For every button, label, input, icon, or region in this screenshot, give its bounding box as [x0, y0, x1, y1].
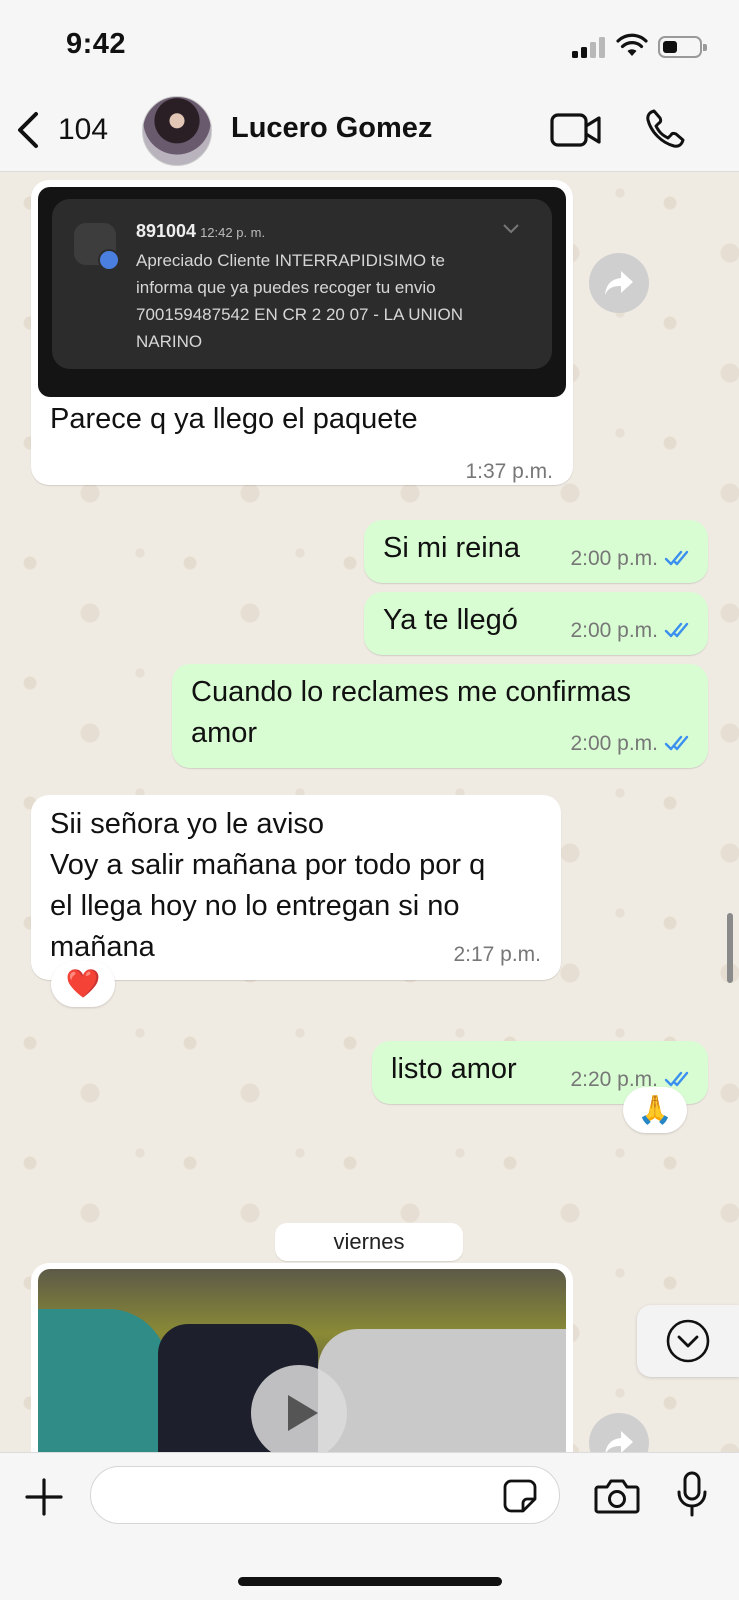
- plus-icon[interactable]: [24, 1477, 64, 1517]
- notification-screenshot[interactable]: 891004 12:42 p. m. Apreciado Cliente INTE…: [38, 187, 566, 397]
- message-incoming[interactable]: Sii señora yo le aviso Voy a salir mañan…: [31, 795, 561, 980]
- video-thumbnail[interactable]: [38, 1269, 566, 1452]
- reaction-pray[interactable]: 🙏: [623, 1087, 687, 1133]
- phone-icon[interactable]: [644, 108, 686, 150]
- message-input-bar: [0, 1452, 739, 1600]
- scroll-to-bottom-button[interactable]: [637, 1305, 739, 1377]
- contact-name[interactable]: Lucero Gomez: [231, 112, 432, 145]
- read-ticks-icon: [664, 622, 689, 638]
- message-text: Parece q ya llego el paquete: [50, 403, 418, 435]
- read-ticks-icon: [664, 735, 689, 751]
- message-time: 2:00 p.m.: [570, 547, 658, 570]
- status-time: 9:42: [66, 28, 127, 60]
- message-time: 2:00 p.m.: [570, 619, 658, 642]
- camera-icon[interactable]: [594, 1477, 640, 1515]
- message-text: Sii señora yo le aviso Voy a salir mañan…: [50, 808, 486, 963]
- play-icon: [288, 1395, 318, 1431]
- wifi-icon: [616, 33, 648, 56]
- status-bar: 9:42: [0, 0, 739, 90]
- notification-card: 891004 12:42 p. m. Apreciado Cliente INTE…: [52, 199, 552, 369]
- video-call-icon[interactable]: [550, 112, 602, 148]
- read-ticks-icon: [664, 550, 689, 566]
- unread-count: 104: [58, 113, 109, 146]
- scrollbar[interactable]: [727, 913, 733, 983]
- forward-icon: [605, 271, 633, 295]
- message-text: Ya te llegó: [383, 604, 518, 636]
- forward-button[interactable]: [589, 1413, 649, 1452]
- message-badge-icon: [98, 249, 120, 271]
- back-chevron-icon: [18, 112, 38, 148]
- message-input[interactable]: [90, 1466, 560, 1524]
- back-button[interactable]: 104: [14, 108, 108, 152]
- chat-header: 104 Lucero Gomez: [0, 90, 739, 172]
- message-time: 2:00 p.m.: [570, 732, 658, 755]
- message-text: Cuando lo reclames me confirmas amor: [191, 676, 632, 749]
- message-incoming[interactable]: 891004 12:42 p. m. Apreciado Cliente INTE…: [31, 180, 573, 485]
- reaction-heart[interactable]: ❤️: [51, 961, 115, 1007]
- message-time: 2:17 p.m.: [453, 943, 541, 966]
- chat-area[interactable]: 891004 12:42 p. m. Apreciado Cliente INTE…: [0, 173, 739, 1452]
- home-indicator: [238, 1577, 502, 1586]
- message-time: 1:37 p.m.: [465, 460, 553, 483]
- message-outgoing[interactable]: Si mi reina 2:00 p.m.: [364, 520, 708, 583]
- message-outgoing[interactable]: Cuando lo reclames me confirmas amor 2:0…: [172, 664, 708, 768]
- forward-button[interactable]: [589, 253, 649, 313]
- message-text: Si mi reina: [383, 532, 520, 564]
- contact-avatar[interactable]: [142, 96, 212, 166]
- notification-body: Apreciado Cliente INTERRAPIDISIMO te inf…: [136, 251, 463, 351]
- sticker-icon[interactable]: [503, 1479, 537, 1513]
- notification-time: 12:42 p. m.: [200, 225, 266, 240]
- read-ticks-icon: [664, 1071, 689, 1087]
- message-incoming-video[interactable]: [31, 1263, 573, 1452]
- message-text: listo amor: [391, 1053, 517, 1085]
- microphone-icon[interactable]: [676, 1471, 708, 1517]
- signal-icon: [572, 36, 606, 58]
- chevron-down-icon: [503, 224, 519, 234]
- notification-sender: 891004 12:42 p. m.: [136, 221, 266, 241]
- chevron-down-circle-icon: [666, 1319, 710, 1363]
- battery-icon: [658, 36, 707, 58]
- message-outgoing[interactable]: Ya te llegó 2:00 p.m.: [364, 592, 708, 655]
- forward-icon: [605, 1431, 633, 1452]
- date-separator: viernes: [275, 1223, 463, 1261]
- play-button[interactable]: [251, 1365, 347, 1452]
